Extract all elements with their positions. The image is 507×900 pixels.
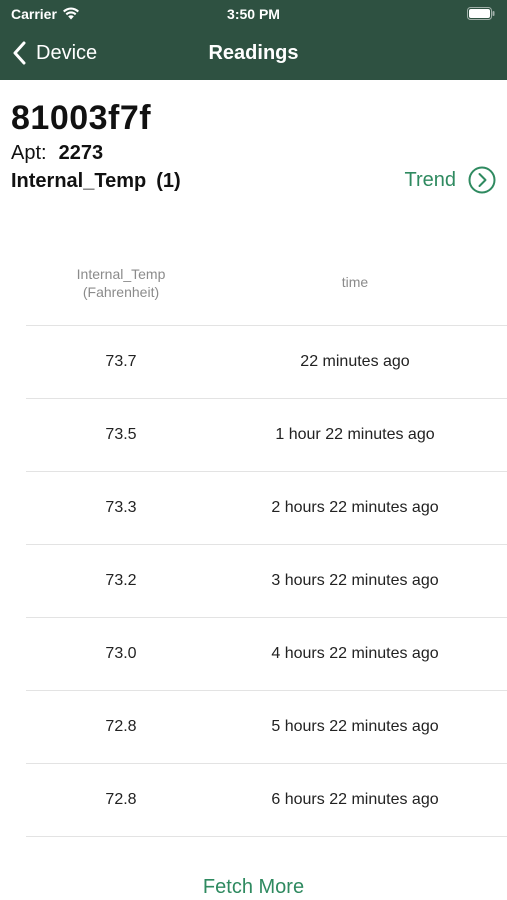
table-row[interactable]: 73.7 22 minutes ago [26,326,507,399]
battery-icon [467,7,495,20]
reading-time: 6 hours 22 minutes ago [271,791,439,808]
top-bar: Carrier 3:50 PM Device Readings [0,0,507,80]
table-row[interactable]: 72.8 5 hours 22 minutes ago [26,691,507,764]
reading-time: 2 hours 22 minutes ago [271,499,439,516]
status-time: 3:50 PM [227,6,280,22]
apt-label: Apt: [11,142,47,164]
sensor-row: Internal_Temp (1) [11,170,181,193]
table-header: Internal_Temp (Fahrenheit) time [26,240,507,326]
reading-time: 5 hours 22 minutes ago [271,718,439,735]
table-row[interactable]: 73.0 4 hours 22 minutes ago [26,618,507,691]
reading-value: 73.7 [105,353,137,370]
table-row[interactable]: 73.2 3 hours 22 minutes ago [26,545,507,618]
sensor-name: Internal_Temp [11,170,147,192]
apt-value: 2273 [58,142,104,164]
navigation-bar: Device Readings [0,28,507,80]
reading-time: 1 hour 22 minutes ago [275,426,435,443]
value-header-line2: (Fahrenheit) [82,284,160,300]
trend-button[interactable]: Trend [404,166,496,194]
trend-label: Trend [404,168,456,191]
reading-value: 72.8 [105,791,137,808]
table-row[interactable]: 73.5 1 hour 22 minutes ago [26,399,507,472]
reading-time: 4 hours 22 minutes ago [271,645,439,662]
table-row[interactable]: 73.3 2 hours 22 minutes ago [26,472,507,545]
device-id: 81003f7f [11,99,152,137]
status-bar: Carrier 3:50 PM [0,0,507,28]
reading-value: 73.3 [105,499,137,516]
page-title: Readings [208,42,299,64]
sensor-count: (1) [156,170,181,192]
app-screen: Carrier 3:50 PM Device Readings 81003f7f… [0,0,507,900]
table-row[interactable]: 72.8 6 hours 22 minutes ago [26,764,507,837]
reading-value: 73.0 [105,645,137,662]
reading-value: 72.8 [105,718,137,735]
apt-row: Apt: 2273 [11,142,103,165]
fetch-more-button[interactable]: Fetch More [0,876,507,899]
chevron-right-circle-icon [468,166,496,194]
readings-table: Internal_Temp (Fahrenheit) time 73.7 22 … [26,240,507,837]
reading-time: 3 hours 22 minutes ago [271,572,439,589]
time-column-header: time [341,274,369,290]
reading-value: 73.5 [105,426,137,443]
reading-time: 22 minutes ago [300,353,410,370]
value-column-header: Internal_Temp (Fahrenheit) [26,265,216,301]
value-header-line1: Internal_Temp [76,266,166,282]
reading-value: 73.2 [105,572,137,589]
